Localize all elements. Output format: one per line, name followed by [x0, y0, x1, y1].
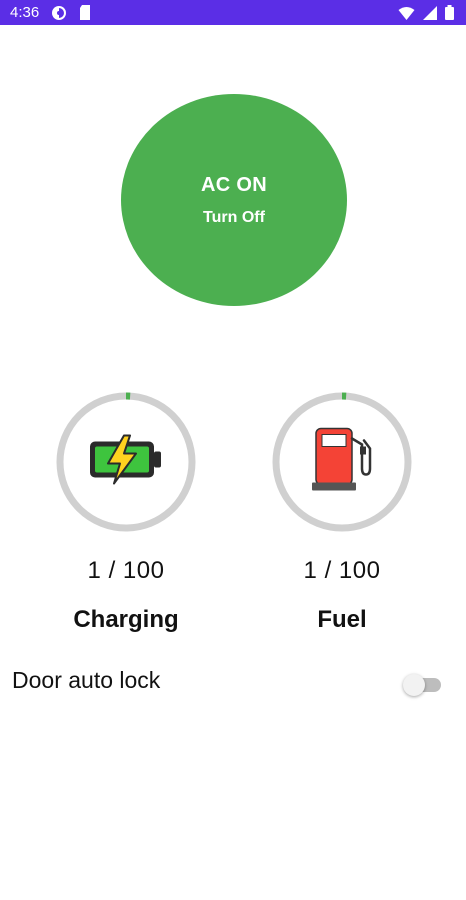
door-auto-lock-switch[interactable] — [403, 673, 443, 697]
ac-status-label: AC ON — [201, 173, 267, 196]
fuel-pump-icon — [310, 425, 374, 500]
fuel-value: 1 / 100 — [303, 557, 381, 584]
fuel-gauge — [270, 390, 414, 534]
status-right — [398, 5, 454, 20]
charging-value: 1 / 100 — [87, 557, 165, 584]
sd-card-icon — [79, 5, 91, 20]
status-bar: 4:36 — [0, 0, 466, 25]
fuel-label: Fuel — [317, 606, 367, 633]
status-time: 4:36 — [10, 4, 40, 21]
door-auto-lock-label: Door auto lock — [12, 667, 161, 693]
battery-charging-icon — [88, 434, 164, 491]
charging-label: Charging — [73, 606, 179, 633]
data-saver-icon — [51, 5, 67, 21]
status-left: 4:36 — [10, 4, 91, 21]
signal-icon — [423, 5, 437, 20]
battery-icon — [445, 5, 454, 20]
wifi-icon — [398, 6, 415, 20]
charging-gauge — [54, 390, 198, 534]
ac-action-label: Turn Off — [203, 208, 265, 226]
ac-toggle-button[interactable]: AC ON Turn Off — [121, 94, 347, 306]
switch-thumb — [403, 674, 425, 696]
